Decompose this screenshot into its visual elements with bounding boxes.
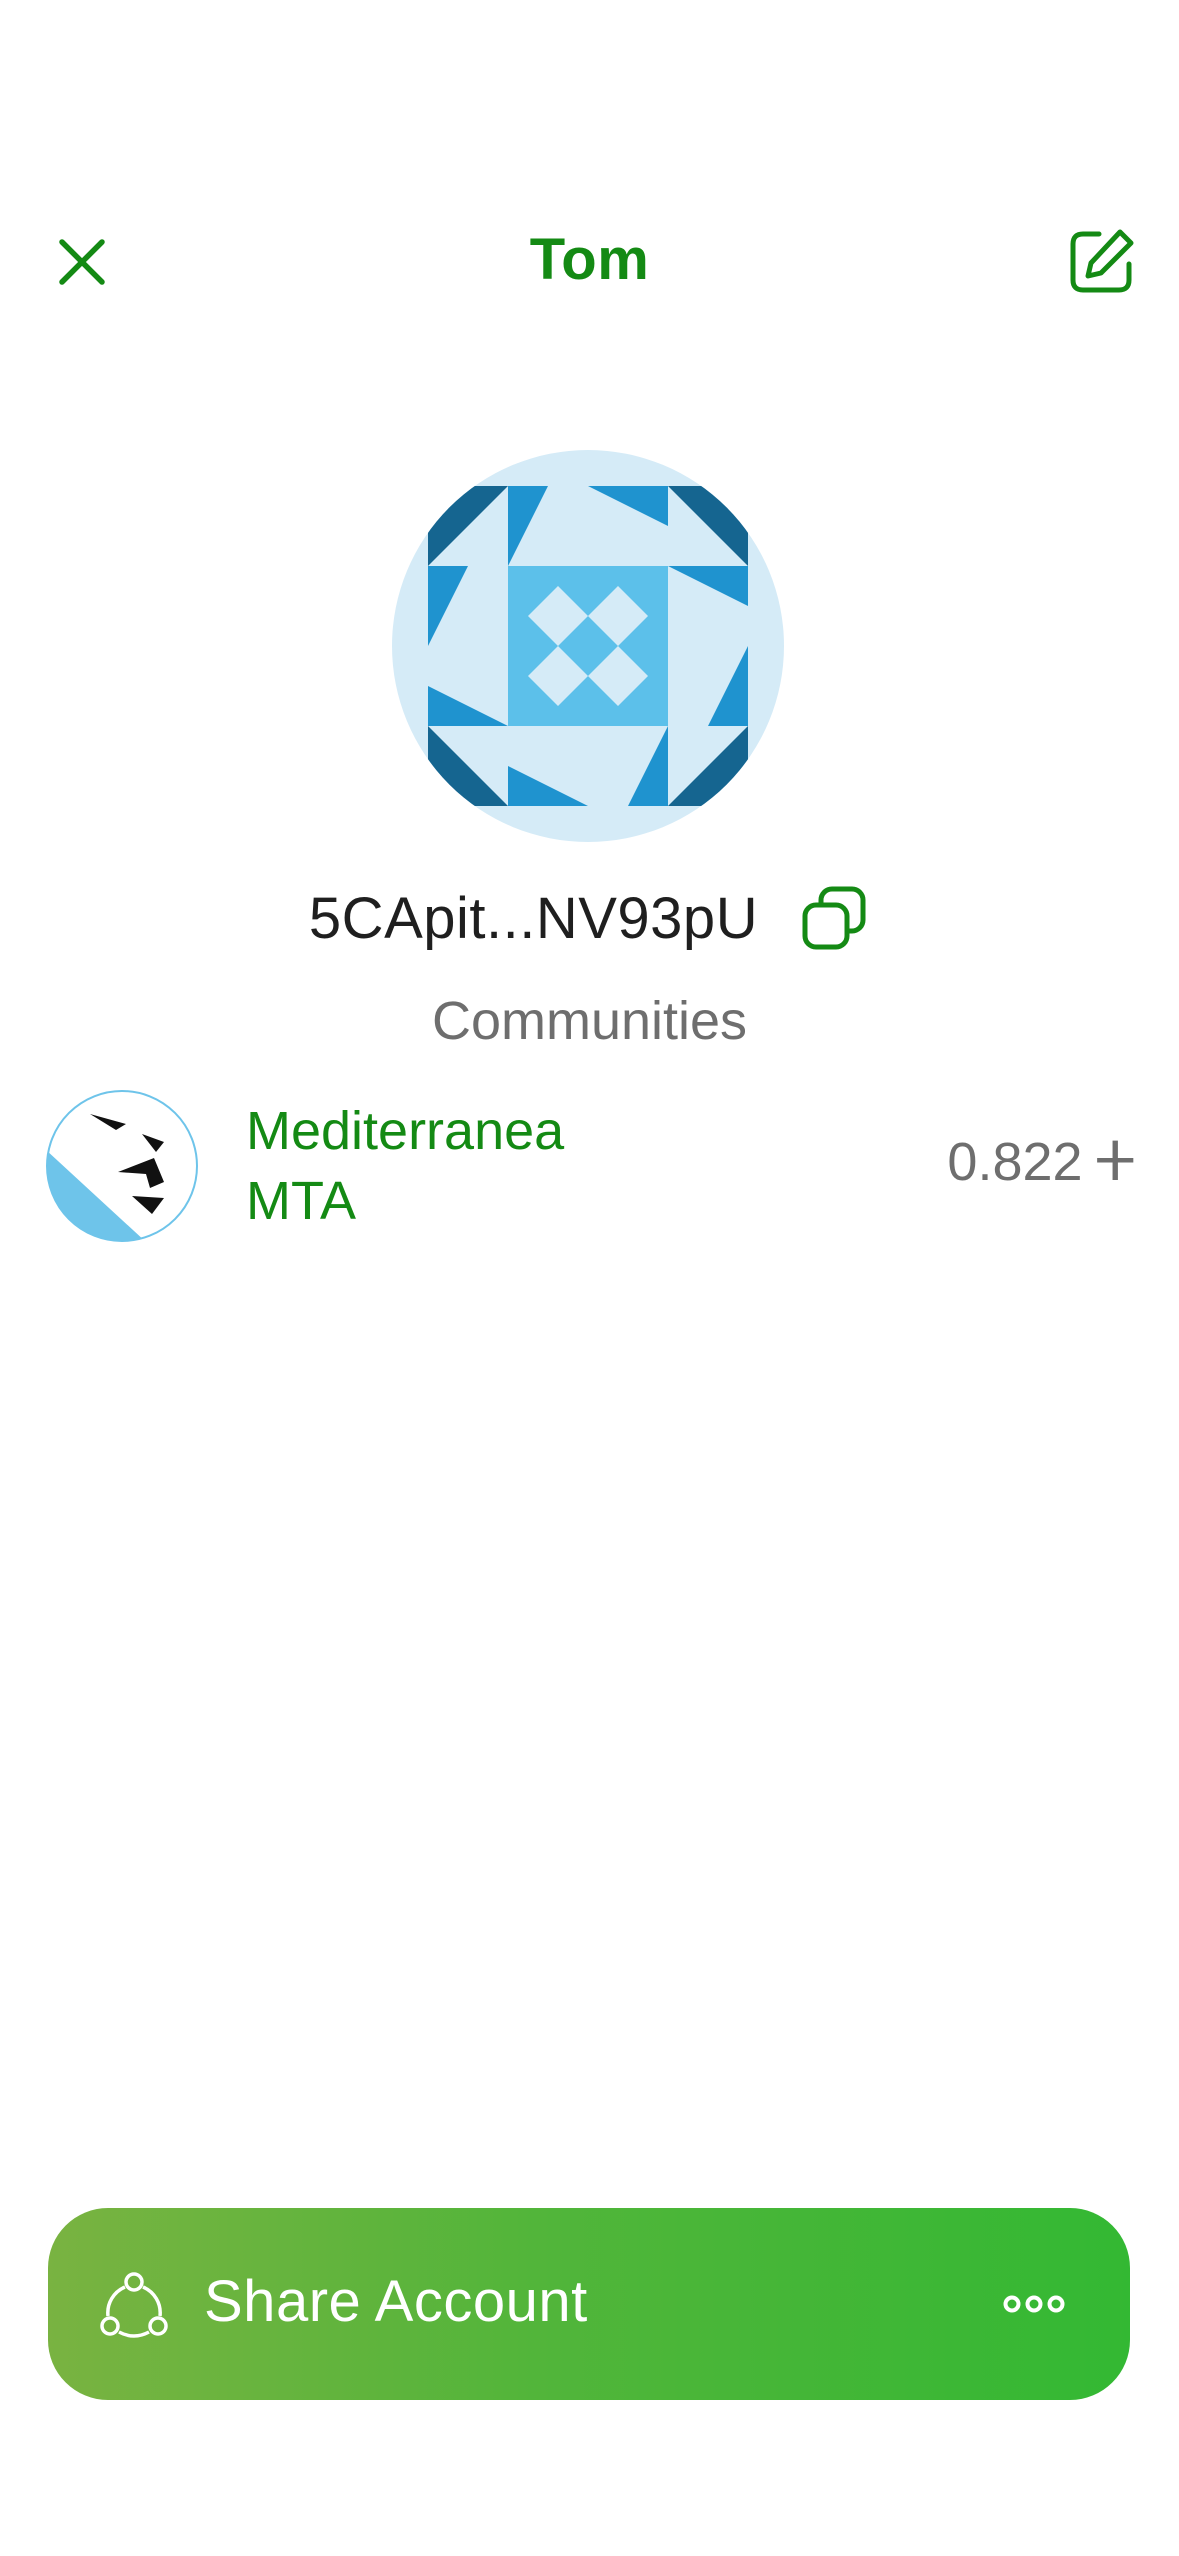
account-address: 5CApit...NV93pU (308, 885, 759, 951)
share-icon (100, 2272, 168, 2338)
copy-address-button[interactable] (798, 882, 870, 954)
edit-button[interactable] (1059, 220, 1143, 304)
share-account-label: Share Account (204, 2269, 588, 2334)
community-logo (46, 1090, 198, 1242)
communities-section-title: Communities (431, 991, 748, 1051)
edit-icon (1070, 229, 1134, 293)
share-account-button[interactable]: Share Account (48, 2208, 1130, 2400)
copy-icon (802, 886, 866, 950)
more-icon (1003, 2295, 1065, 2313)
page-title: Tom (529, 227, 650, 292)
address-row: 5CApit...NV93pU (0, 878, 1179, 958)
header-bar: Tom (0, 190, 1179, 330)
community-name: Mediterranea MTA (246, 1101, 565, 1231)
more-options-button[interactable] (998, 2278, 1070, 2330)
currency-symbol: ⵜ (1094, 1132, 1136, 1192)
community-balance: 0.822 ⵜ (947, 1130, 1136, 1193)
balance-value: 0.822 (947, 1131, 1083, 1192)
account-identicon (392, 450, 784, 842)
community-list-item[interactable]: Mediterranea MTA 0.822 ⵜ (46, 1090, 1136, 1246)
